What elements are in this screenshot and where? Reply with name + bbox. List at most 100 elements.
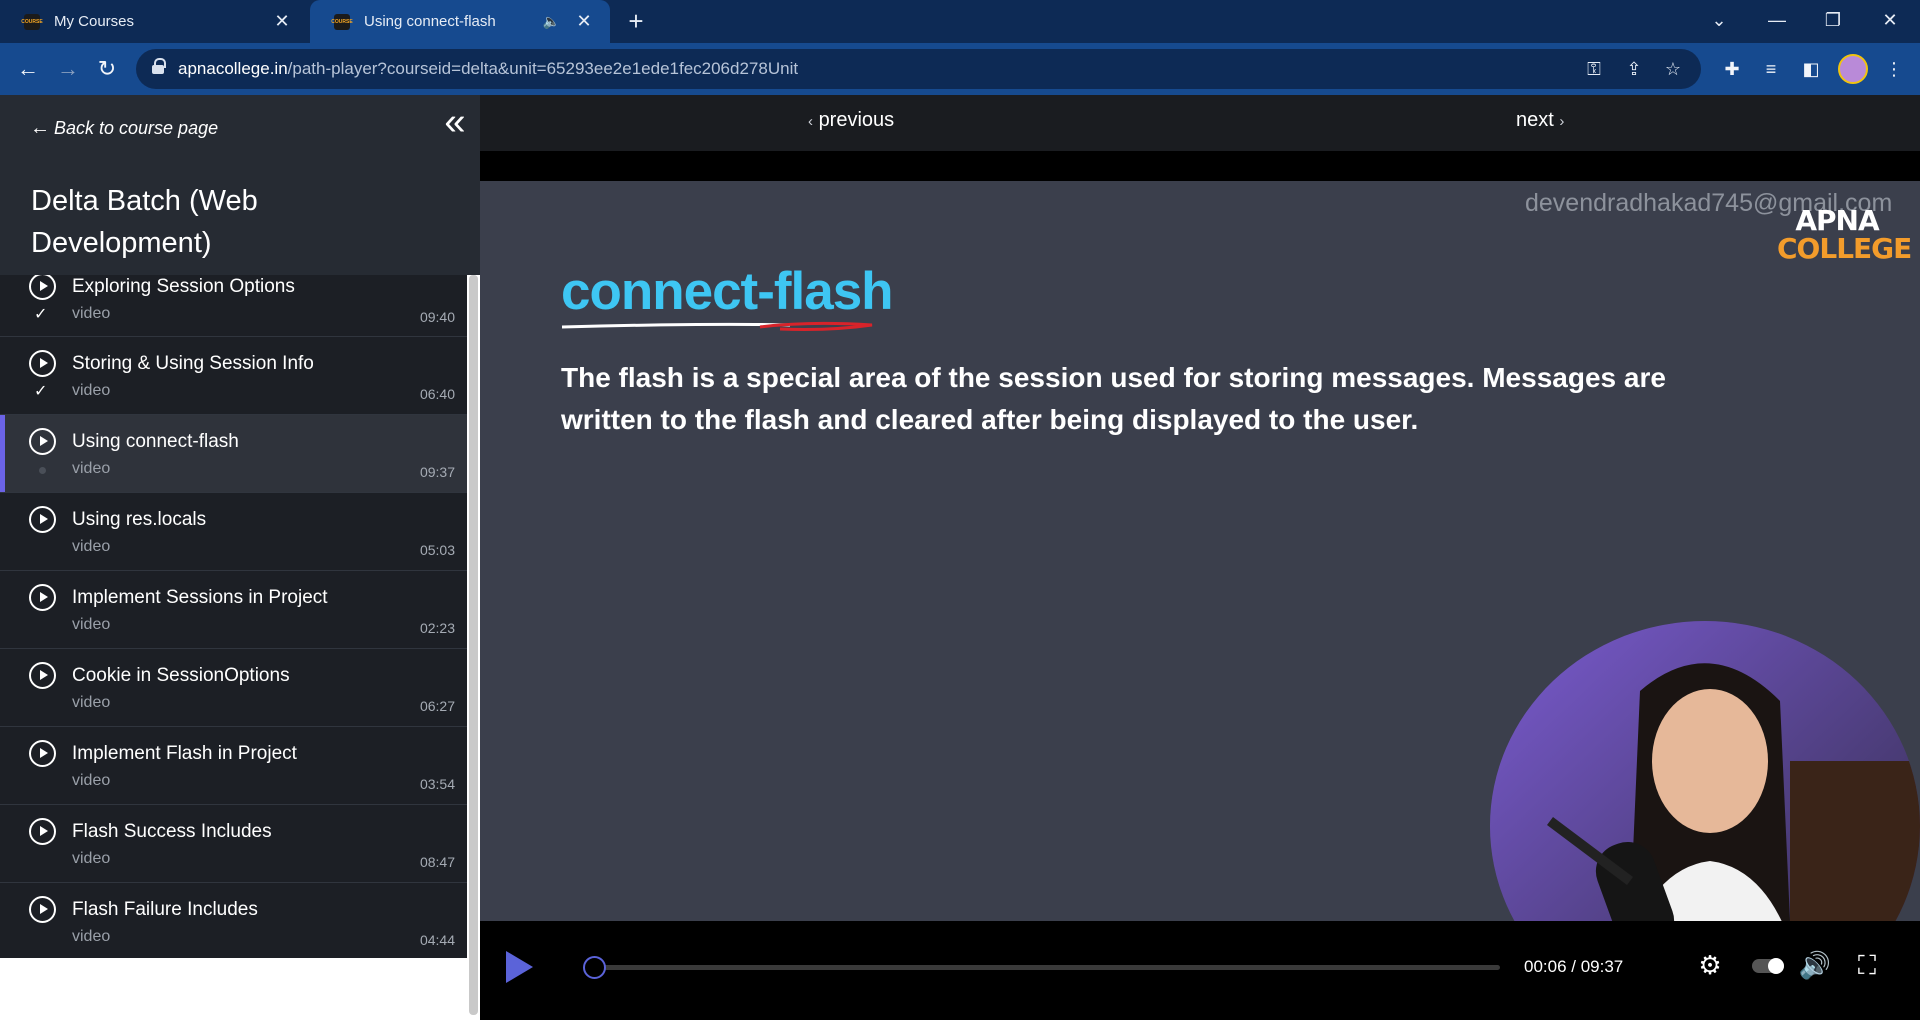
lesson-title: Flash Failure Includes [72,899,258,920]
course-title: Delta Batch (Web Development) [31,185,258,259]
lesson-duration: 06:27 [419,698,455,714]
scrollbar-thumb[interactable] [469,275,478,1015]
forward-arrow-icon[interactable]: → [52,53,84,85]
lesson-item[interactable]: Flash Success Includes video 08:47 [0,805,467,883]
in-progress-dot-icon [39,467,46,474]
tab-my-courses[interactable]: COURSE My Courses ✕ [0,0,308,43]
volume-icon[interactable]: 🔊 [1797,947,1833,983]
lesson-title: Implement Sessions in Project [72,587,328,608]
profile-avatar[interactable] [1838,54,1868,84]
address-bar[interactable]: apnacollege.in/path-player?courseid=delt… [136,49,1701,89]
logo-line2: COLLEGE [1777,232,1912,265]
audio-playing-icon[interactable]: 🔈 [543,13,560,30]
lesson-item[interactable]: Cookie in SessionOptions video 06:27 [0,649,467,727]
share-icon[interactable]: ⇪ [1616,49,1652,89]
restore-button[interactable]: ❐ [1805,0,1861,43]
lock-icon[interactable] [152,58,166,75]
collapse-sidebar-icon[interactable]: « [438,103,472,141]
minimize-button[interactable]: — [1749,0,1805,43]
next-button[interactable]: next › [1516,109,1564,132]
tab-title: My Courses [54,13,135,30]
extensions-icon[interactable]: ✚ [1716,53,1748,85]
tab-search-icon[interactable]: ⌄ [1691,0,1747,43]
media-controls-icon[interactable]: ≡ [1755,53,1787,85]
autoplay-toggle[interactable] [1752,958,1784,974]
seek-handle[interactable] [583,956,606,979]
seek-track[interactable] [584,965,1500,970]
back-to-course-link[interactable]: ← Back to course page [30,117,218,140]
close-window-button[interactable]: ✕ [1862,0,1918,43]
lesson-list: ✓ Exploring Session Options video 09:40 ✓ Sto… [0,275,467,958]
site-favicon-icon: COURSE [331,13,353,30]
lesson-title: Implement Flash in Project [72,743,297,764]
play-circle-icon [29,350,56,377]
lesson-item[interactable]: Implement Sessions in Project video 02:23 [0,571,467,649]
lesson-title: Using res.locals [72,509,207,530]
play-circle-icon [29,584,56,611]
video-letterbox [480,151,1920,181]
sidebar-header: ← Back to course page « Delta Batch (Web… [0,95,480,275]
site-favicon-icon: COURSE [21,13,43,30]
sidebar-scrollbar[interactable] [467,275,480,1020]
close-tab-icon[interactable]: ✕ [268,11,296,32]
new-tab-button[interactable]: + [620,6,652,38]
lesson-item[interactable]: ✓ Storing & Using Session Info video 06:40 [0,337,467,415]
logo-line1: APNA [1795,204,1879,237]
lesson-item[interactable]: Using connect-flash video 09:37 [0,415,467,493]
key-icon[interactable]: ⚿ [1576,49,1612,89]
completed-check-icon: ✓ [34,383,48,400]
lesson-duration: 03:54 [419,776,455,792]
play-circle-icon [29,662,56,689]
course-sidebar: ← Back to course page « Delta Batch (Web… [0,95,480,1020]
back-link-label: Back to course page [54,118,219,138]
fullscreen-icon[interactable]: ⛶ [1849,947,1885,983]
apna-college-logo: APNA COLLEGE [1777,204,1912,265]
back-arrow-icon: ← [30,117,50,139]
side-panel-icon[interactable]: ◧ [1795,53,1827,85]
browser-tabstrip: COURSE My Courses ✕ COURSE Using connect… [0,0,1920,43]
slide-body-text: The flash is a special area of the sessi… [561,362,1666,435]
lesson-type: video [72,382,111,399]
lesson-item[interactable]: Flash Failure Includes video 04:44 [0,883,467,958]
url-host: apnacollege.in [178,59,288,78]
lesson-item[interactable]: Implement Flash in Project video 03:54 [0,727,467,805]
reload-icon[interactable]: ↻ [91,53,123,85]
play-icon[interactable] [506,951,533,983]
play-circle-icon [29,818,56,845]
lesson-title: Using connect-flash [72,431,239,452]
lesson-type: video [72,850,111,867]
next-label: next [1516,109,1554,131]
lesson-duration: 04:44 [419,932,455,948]
lesson-title: Cookie in SessionOptions [72,665,290,686]
play-circle-icon [29,506,56,533]
play-circle-icon [29,740,56,767]
time-display: 00:06 / 09:37 [1524,957,1624,976]
browser-toolbar: ← → ↻ apnacollege.in/path-player?coursei… [0,43,1920,95]
lesson-type: video [72,694,111,711]
play-circle-icon [29,428,56,455]
lesson-duration: 02:23 [419,620,455,636]
presenter-video-inset [1490,621,1920,921]
lesson-duration: 08:47 [419,854,455,870]
slide-heading: connect-flash [561,262,894,321]
heading-underline [561,321,873,331]
video-frame[interactable]: devendradhakad745@gmail.com APNA COLLEGE… [480,181,1920,921]
lesson-title: Flash Success Includes [72,821,272,842]
tab-using-connect-flash[interactable]: COURSE Using connect-flash 🔈 ✕ [310,0,610,43]
lesson-item[interactable]: ✓ Exploring Session Options video 09:40 [0,275,467,337]
settings-gear-icon[interactable]: ⚙ [1692,947,1728,983]
bookmark-star-icon[interactable]: ☆ [1655,49,1691,89]
previous-button[interactable]: ‹ previous [808,109,894,132]
close-tab-icon[interactable]: ✕ [570,11,598,32]
lesson-title: Storing & Using Session Info [72,353,314,374]
kebab-menu-icon[interactable]: ⋮ [1878,53,1910,85]
previous-label: previous [818,109,895,131]
back-arrow-icon[interactable]: ← [12,53,44,85]
lesson-item[interactable]: Using res.locals video 05:03 [0,493,467,571]
lesson-title: Exploring Session Options [72,276,295,297]
lesson-duration: 09:40 [419,309,455,325]
lesson-type: video [72,460,111,477]
url-path: /path-player?courseid=delta&unit=65293ee… [287,59,799,78]
lesson-type: video [72,616,111,633]
seek-bar[interactable] [574,954,1500,980]
